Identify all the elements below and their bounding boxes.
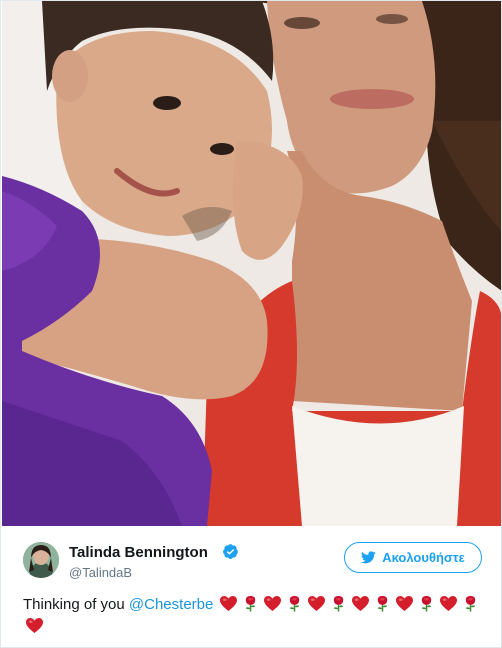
heart-emoji-icon: [395, 595, 414, 612]
tweet-photo[interactable]: [2, 1, 501, 526]
rose-emoji-icon: [373, 595, 392, 612]
tweet-text-prefix: Thinking of you: [23, 596, 129, 613]
avatar-image: [23, 542, 59, 578]
heart-emoji-icon: [263, 595, 282, 612]
mention-link[interactable]: @Chesterbe: [129, 596, 213, 613]
follow-label: Ακολουθήστε: [382, 550, 465, 565]
heart-emoji-icon: [307, 595, 326, 612]
rose-emoji-icon: [329, 595, 348, 612]
heart-emoji-icon: [439, 595, 458, 612]
avatar[interactable]: [23, 542, 59, 578]
heart-emoji-icon: [25, 617, 44, 634]
rose-emoji-icon: [417, 595, 436, 612]
follow-button[interactable]: Ακολουθήστε: [344, 542, 482, 573]
tweet-body: Talinda Bennington @TalindaB Ακολουθήστε…: [1, 526, 501, 647]
rose-emoji-icon: [285, 595, 304, 612]
heart-emoji-icon: [351, 595, 370, 612]
tweet-card: Talinda Bennington @TalindaB Ακολουθήστε…: [0, 0, 502, 648]
verified-badge-icon: [222, 543, 239, 560]
rose-emoji-icon: [461, 595, 480, 612]
rose-emoji-icon: [241, 595, 260, 612]
display-name[interactable]: Talinda Bennington: [69, 544, 208, 561]
heart-emoji-icon: [219, 595, 238, 612]
photo-image: [2, 1, 501, 526]
user-handle[interactable]: @TalindaB: [69, 565, 132, 580]
tweet-text: Thinking of you @Chesterbe: [23, 594, 483, 638]
bird-icon: [361, 551, 376, 564]
